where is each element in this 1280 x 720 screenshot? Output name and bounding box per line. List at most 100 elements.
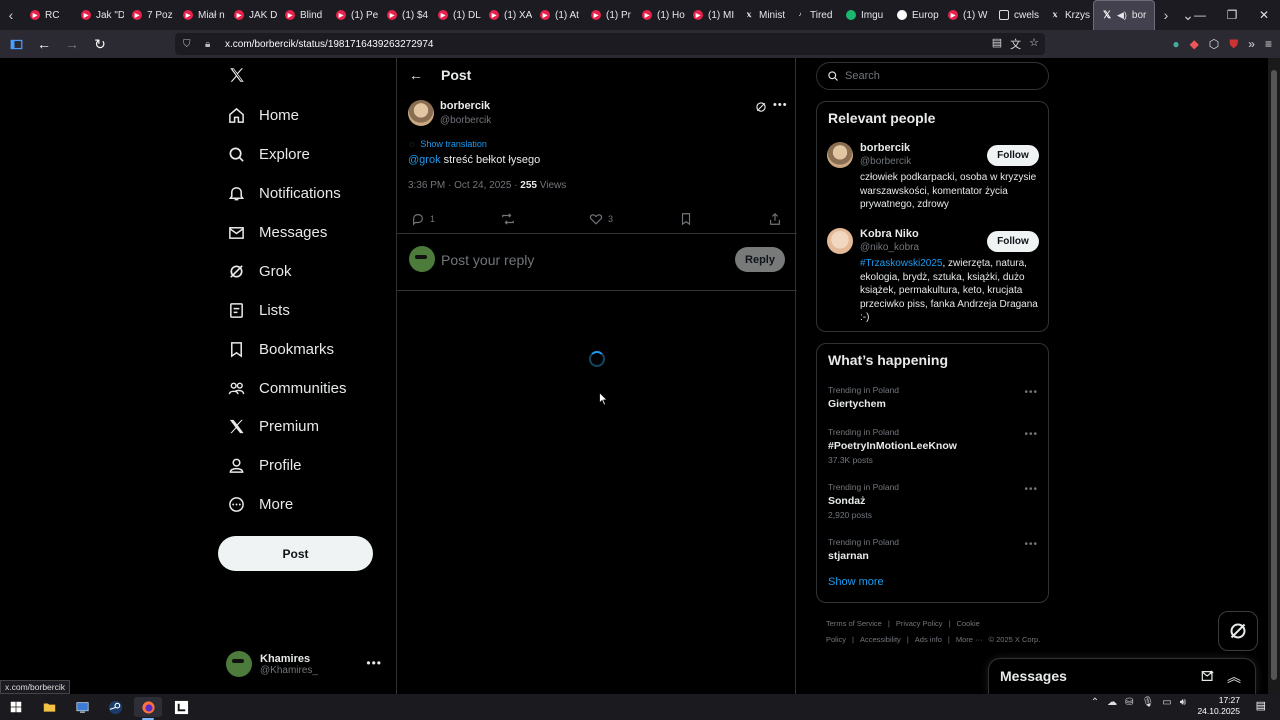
trend-item[interactable]: Trending in Poland stjarnan ••• xyxy=(817,537,1050,581)
speaker-icon[interactable]: ◀) xyxy=(1117,10,1127,21)
trend-item[interactable]: Trending in Poland #PoetryInMotionLeeKno… xyxy=(817,427,1050,471)
avatar[interactable] xyxy=(827,228,853,254)
maximize-icon[interactable]: ❐ xyxy=(1216,0,1248,30)
post-timestamp[interactable]: 3:36 PM · Oct 24, 2025 · xyxy=(408,180,520,191)
show-more-link[interactable]: Show more xyxy=(828,576,884,588)
reload-icon[interactable]: ↻ xyxy=(88,32,112,56)
taskbar-clock[interactable]: 17:27 24.10.2025 xyxy=(1180,695,1240,717)
usb-icon[interactable]: ⛁ xyxy=(1125,697,1133,708)
steam-icon[interactable] xyxy=(101,697,129,717)
notification-center-icon[interactable]: ▤ xyxy=(1256,699,1266,712)
file-explorer-icon[interactable] xyxy=(35,697,63,717)
messages-drawer[interactable]: Messages ︽ xyxy=(988,658,1256,694)
reply-button[interactable]: Reply xyxy=(735,247,785,272)
author-handle[interactable]: @borbercik xyxy=(440,115,491,126)
tab[interactable]: Imgu xyxy=(838,0,889,30)
footer-link[interactable]: More ··· xyxy=(956,635,983,644)
new-message-icon[interactable] xyxy=(1201,669,1215,683)
tab[interactable]: ▶ (1) $4 xyxy=(379,0,430,30)
tab[interactable]: ▶ 7 Poz xyxy=(124,0,175,30)
x-logo-icon[interactable] xyxy=(228,66,246,84)
footer-link[interactable]: Terms of Service xyxy=(826,619,882,628)
show-translation-link[interactable]: ◌ Show translation xyxy=(409,139,487,149)
windows-start-icon[interactable] xyxy=(2,697,30,717)
nav-item-lists[interactable]: Lists xyxy=(228,298,290,322)
forward-icon[interactable]: → xyxy=(60,32,84,56)
tab-active[interactable]: 𝕏 ◀) bor ✕ xyxy=(1093,0,1155,30)
scrollbar-thumb[interactable] xyxy=(1271,70,1277,680)
nav-item-messages[interactable]: Messages xyxy=(228,220,327,244)
nav-item-notifications[interactable]: Notifications xyxy=(228,181,341,205)
tab[interactable]: ▶ Blind xyxy=(277,0,328,30)
fox-extension-icon[interactable]: ◆ xyxy=(1190,37,1199,51)
sidebar-toggle-icon[interactable] xyxy=(4,32,28,56)
shield-icon[interactable]: ⛉ xyxy=(183,39,197,50)
post-more-icon[interactable]: ••• xyxy=(773,99,788,111)
translate-icon[interactable]: 文 xyxy=(1010,36,1021,52)
back-icon[interactable]: ← xyxy=(32,32,56,56)
tab[interactable]: ▶ RC xyxy=(22,0,73,30)
bio-hashtag[interactable]: #Trzaskowski2025 xyxy=(860,258,942,269)
nav-item-grok[interactable]: Grok xyxy=(228,259,292,283)
post-button[interactable]: Post xyxy=(218,536,373,571)
author-name[interactable]: borbercik xyxy=(440,100,490,112)
nav-item-explore[interactable]: Explore xyxy=(228,142,310,166)
author-avatar[interactable] xyxy=(408,100,434,126)
person-name[interactable]: Kobra Niko xyxy=(860,228,919,240)
repost-action[interactable] xyxy=(501,212,515,226)
trend-more-icon[interactable]: ••• xyxy=(1024,429,1038,440)
bookmark-action[interactable] xyxy=(679,212,693,226)
tab[interactable]: ▶ (1) Pr xyxy=(583,0,634,30)
trend-item[interactable]: Trending in Poland Giertychem ••• xyxy=(817,385,1050,429)
grok-explain-icon[interactable] xyxy=(755,101,767,116)
reply-input[interactable] xyxy=(441,250,721,270)
nav-item-bookmarks[interactable]: Bookmarks xyxy=(228,337,334,361)
nav-item-communities[interactable]: Communities xyxy=(228,376,347,400)
person-handle[interactable]: @niko_kobra xyxy=(860,242,919,253)
url-text[interactable]: x.com/borbercik/status/19817164392632729… xyxy=(225,39,433,50)
tray-overflow-icon[interactable]: ⌃ xyxy=(1091,697,1099,708)
bookmark-star-icon[interactable]: ☆ xyxy=(1029,36,1039,52)
like-action[interactable]: 3 xyxy=(589,212,613,226)
account-switcher[interactable]: Khamires @Khamires_ ••• xyxy=(226,648,386,680)
tab[interactable]: ▶ (1) Pe xyxy=(328,0,379,30)
more-dots-icon[interactable]: ••• xyxy=(366,656,382,670)
footer-link[interactable]: © 2025 X Corp. xyxy=(989,635,1041,644)
search-input[interactable] xyxy=(845,70,1035,82)
microphone-icon[interactable]: 🎙︎ xyxy=(1142,697,1155,708)
share-action[interactable] xyxy=(768,212,782,226)
tab[interactable]: 𝕏 Minist xyxy=(736,0,787,30)
follow-button[interactable]: Follow xyxy=(987,231,1039,252)
person-name[interactable]: borbercik xyxy=(860,142,910,154)
page-scrollbar[interactable] xyxy=(1268,58,1280,694)
extensions-puzzle-icon[interactable]: ⬡ xyxy=(1209,37,1219,51)
mention-link[interactable]: @grok xyxy=(408,154,441,166)
tab[interactable]: ▶ (1) DL xyxy=(430,0,481,30)
trend-more-icon[interactable]: ••• xyxy=(1024,484,1038,495)
nav-item-premium[interactable]: Premium xyxy=(228,414,319,438)
monitor-tray-icon[interactable]: ▭ xyxy=(1162,697,1171,708)
footer-link[interactable]: Accessibility xyxy=(860,635,901,644)
onedrive-icon[interactable]: ☁ xyxy=(1107,697,1117,708)
reader-view-icon[interactable]: ▤ xyxy=(992,36,1002,52)
footer-link[interactable]: Ads info xyxy=(915,635,942,644)
person-handle[interactable]: @borbercik xyxy=(860,156,911,167)
grok-fab-button[interactable] xyxy=(1218,611,1258,651)
tab[interactable]: ▶ JAK D xyxy=(226,0,277,30)
overflow-menu-icon[interactable]: » xyxy=(1248,37,1255,51)
tab[interactable]: ♪ Tired xyxy=(787,0,838,30)
nav-item-profile[interactable]: Profile xyxy=(228,453,302,477)
trend-more-icon[interactable]: ••• xyxy=(1024,387,1038,398)
tab[interactable]: ▶ Jak "D xyxy=(73,0,124,30)
tab[interactable]: ▶ Miał n xyxy=(175,0,226,30)
notion-app-icon[interactable] xyxy=(167,697,195,717)
tab[interactable]: ▶ (1) XA xyxy=(481,0,532,30)
trend-item[interactable]: Trending in Poland Sondaż 2,920 posts ••… xyxy=(817,482,1050,526)
tab[interactable]: cwels xyxy=(991,0,1042,30)
follow-button[interactable]: Follow xyxy=(987,145,1039,166)
tab[interactable]: ▶ (1) W xyxy=(940,0,991,30)
address-bar[interactable]: ⛉ 🔒︎ x.com/borbercik/status/198171643926… xyxy=(175,33,1045,55)
trend-more-icon[interactable]: ••• xyxy=(1024,539,1038,550)
window-close-icon[interactable]: ✕ xyxy=(1248,0,1280,30)
lock-icon[interactable]: 🔒︎ xyxy=(205,39,219,50)
